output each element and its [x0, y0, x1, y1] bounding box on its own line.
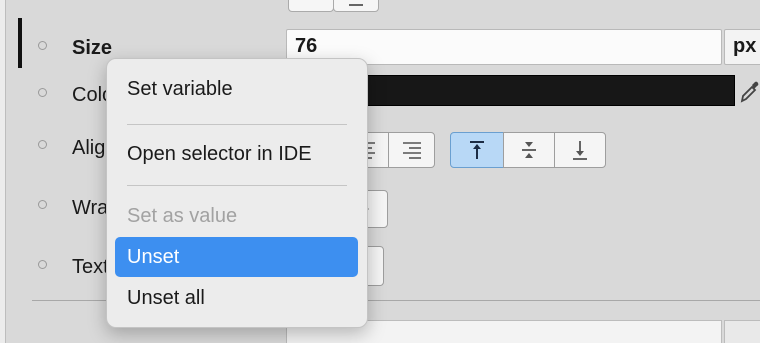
size-label: Size — [72, 37, 113, 59]
color-row-indicator-icon[interactable] — [38, 88, 47, 97]
panel-left-edge — [0, 0, 6, 343]
context-menu: Set variable Open selector in IDE Set as… — [106, 58, 368, 328]
menu-item-set-as-value: Set as value — [127, 205, 238, 227]
text-row-indicator-icon[interactable] — [38, 260, 47, 269]
color-swatch[interactable] — [340, 75, 735, 106]
align-right-icon[interactable] — [388, 132, 435, 168]
menu-item-set-variable[interactable]: Set variable — [115, 69, 358, 109]
next-section-unit[interactable] — [724, 320, 760, 343]
wrap-row-indicator-icon[interactable] — [38, 200, 47, 209]
vertical-align-group — [450, 132, 606, 168]
align-bottom-icon[interactable] — [554, 132, 606, 168]
menu-item-open-selector-in-ide[interactable]: Open selector in IDE — [115, 134, 358, 174]
active-row-indicator — [18, 18, 22, 68]
eyedropper-icon[interactable] — [738, 78, 760, 104]
align-top-icon[interactable] — [450, 132, 504, 168]
text-label: Text — [72, 256, 109, 278]
top-toolbar-button[interactable] — [288, 0, 334, 12]
menu-item-unset-all[interactable]: Unset all — [115, 278, 358, 318]
size-unit-select[interactable]: px — [724, 29, 760, 65]
menu-item-unset[interactable]: Unset — [115, 237, 358, 277]
align-middle-icon[interactable] — [503, 132, 555, 168]
top-button-strip — [288, 0, 388, 14]
top-toolbar-button[interactable] — [333, 0, 379, 12]
menu-separator — [127, 185, 347, 186]
menu-separator — [127, 124, 347, 125]
align-row-indicator-icon[interactable] — [38, 140, 47, 149]
underline-mark-icon — [349, 4, 363, 6]
size-row-indicator-icon[interactable] — [38, 41, 47, 50]
